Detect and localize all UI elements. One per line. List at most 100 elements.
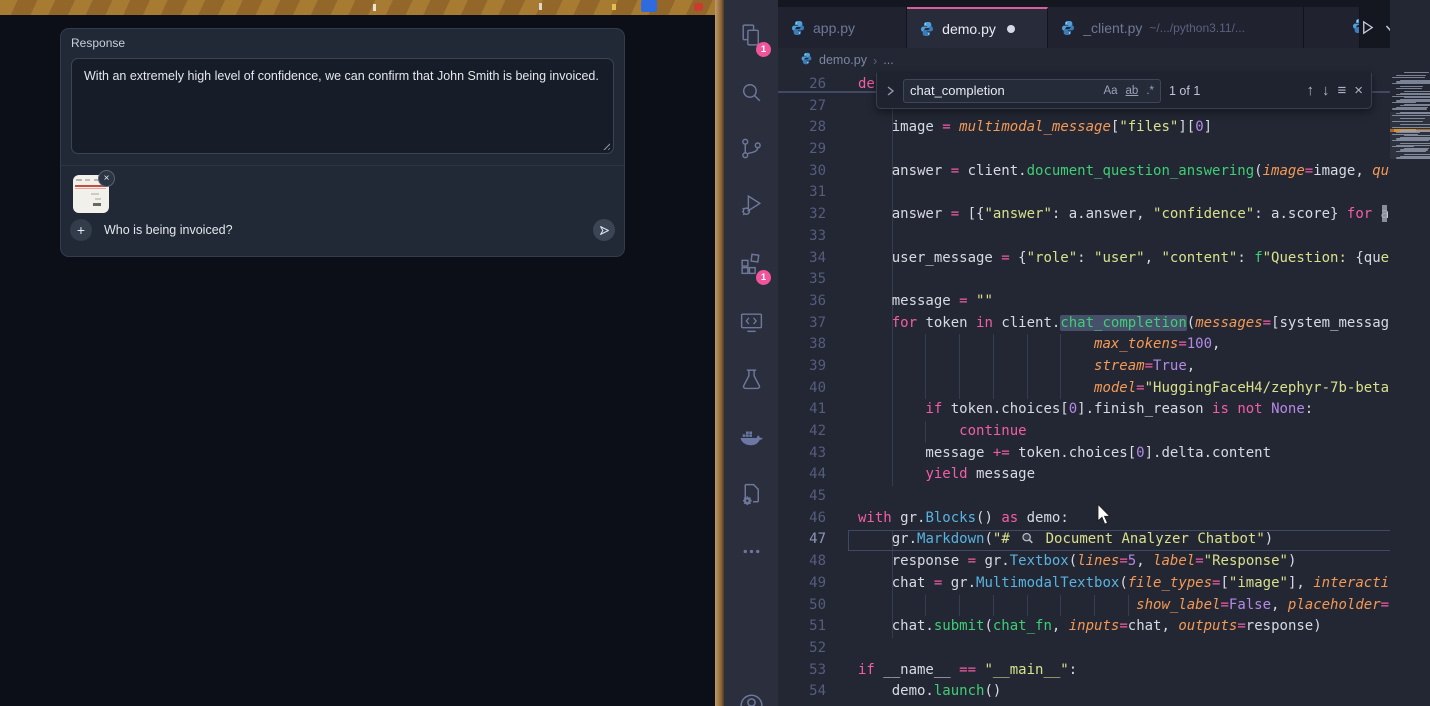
- tab-app.py[interactable]: app.py: [778, 7, 907, 48]
- line-number: 29: [778, 139, 826, 161]
- whole-word-toggle[interactable]: ab: [1126, 85, 1139, 97]
- line-number: 47: [778, 529, 826, 551]
- line-number: 54: [778, 681, 826, 703]
- activity-cmake-tools-icon[interactable]: [725, 468, 777, 520]
- code-line-39[interactable]: 39 stream=True,: [778, 356, 1390, 378]
- code-text: for token in client.chat_completion(mess…: [858, 313, 1390, 335]
- add-file-button[interactable]: +: [70, 219, 92, 241]
- code-line-28[interactable]: 28 image = multimodal_message["files"][0…: [778, 117, 1390, 139]
- activity-source-control-icon[interactable]: [725, 122, 777, 174]
- breadcrumb-file[interactable]: demo.py: [819, 53, 867, 67]
- titlebar-speck: [641, 0, 657, 12]
- line-number: 41: [778, 399, 826, 421]
- breadcrumb-more[interactable]: ...: [883, 53, 893, 67]
- code-line-36[interactable]: 36 message = "": [778, 291, 1390, 313]
- find-in-selection-button[interactable]: ≡: [1337, 82, 1346, 99]
- tab-partial[interactable]: [1304, 7, 1360, 48]
- code-line-40[interactable]: 40 model="HuggingFaceH4/zephyr-7b-beta",: [778, 378, 1390, 400]
- find-input[interactable]: chat_completion Aa ab .*: [903, 79, 1161, 103]
- match-case-toggle[interactable]: Aa: [1103, 85, 1117, 97]
- tab-demo.py[interactable]: demo.py: [907, 7, 1048, 48]
- code-editor[interactable]: 26def chat_fn(multimodal_message):2728 i…: [778, 74, 1390, 706]
- regex-toggle[interactable]: .*: [1146, 85, 1154, 97]
- panel-divider: [61, 165, 624, 166]
- code-text: stream=True,: [858, 356, 1195, 378]
- minimap-content: [1390, 72, 1430, 192]
- code-line-46[interactable]: 46with gr.Blocks() as demo:: [778, 508, 1390, 530]
- find-previous-button[interactable]: ↑: [1306, 82, 1314, 99]
- code-line-52[interactable]: 52: [778, 638, 1390, 660]
- code-text: demo.launch(): [858, 681, 1001, 703]
- run-button[interactable]: [1360, 20, 1375, 35]
- code-line-29[interactable]: 29: [778, 139, 1390, 161]
- activity-testing-icon[interactable]: [725, 353, 777, 405]
- find-query[interactable]: chat_completion: [910, 83, 1095, 98]
- code-line-44[interactable]: 44 yield message: [778, 464, 1390, 486]
- activity-account-icon[interactable]: [725, 676, 777, 706]
- minimap[interactable]: [1390, 0, 1430, 706]
- remove-attachment-button[interactable]: ×: [98, 170, 115, 187]
- line-number: 44: [778, 464, 826, 486]
- code-line-45[interactable]: 45: [778, 486, 1390, 508]
- code-text: model="HuggingFaceH4/zephyr-7b-beta",: [858, 378, 1390, 400]
- browser-titlebar-sliver: [0, 0, 715, 15]
- tab-_client.py[interactable]: _client.py~/.../python3.11/...: [1048, 7, 1304, 48]
- code-line-41[interactable]: 41 if token.choices[0].finish_reason is …: [778, 399, 1390, 421]
- activity-docker-icon[interactable]: [725, 411, 777, 463]
- code-text: answer = [{"answer": a.answer, "confiden…: [858, 204, 1390, 226]
- line-number: 49: [778, 573, 826, 595]
- code-line-50[interactable]: 50 show_label=False, placeholder=: [778, 595, 1390, 617]
- vscode-window: 11 app.pydemo.py_client.py~/.../python3.…: [724, 0, 1430, 706]
- code-line-43[interactable]: 43 message += token.choices[0].delta.con…: [778, 443, 1390, 465]
- code-line-31[interactable]: 31: [778, 182, 1390, 204]
- response-textbox[interactable]: With an extremely high level of confiden…: [71, 58, 614, 154]
- chat-input[interactable]: Who is being invoiced?: [104, 223, 233, 237]
- activity-search-icon[interactable]: [725, 66, 777, 118]
- code-line-33[interactable]: 33: [778, 226, 1390, 248]
- code-line-35[interactable]: 35: [778, 269, 1390, 291]
- find-results-count: 1 of 1: [1169, 84, 1200, 98]
- find-widget: chat_completion Aa ab .* 1 of 1 ↑ ↓ ≡ ×: [876, 73, 1372, 109]
- line-number: 37: [778, 313, 826, 335]
- resize-handle[interactable]: [601, 141, 610, 150]
- line-number: 28: [778, 117, 826, 139]
- code-line-38[interactable]: 38 max_tokens=100,: [778, 334, 1390, 356]
- activity-run-debug-icon[interactable]: [725, 179, 777, 231]
- activity-more-icon[interactable]: [725, 525, 777, 577]
- breadcrumb: demo.py › ...: [778, 48, 1430, 72]
- activity-remote-explorer-icon[interactable]: [725, 296, 777, 348]
- send-button[interactable]: [593, 219, 615, 241]
- line-number: 52: [778, 638, 826, 660]
- line-number: 51: [778, 616, 826, 638]
- code-line-42[interactable]: 42 continue: [778, 421, 1390, 443]
- code-text: message += token.choices[0].delta.conten…: [858, 443, 1271, 465]
- response-label: Response: [71, 36, 125, 50]
- activity-badge: 1: [756, 270, 771, 285]
- code-text: chat.submit(chat_fn, inputs=chat, output…: [858, 616, 1322, 638]
- code-line-47[interactable]: 47 gr.Markdown("# Document Analyzer Chat…: [778, 529, 1390, 551]
- code-text: gr.Markdown("# Document Analyzer Chatbot…: [858, 529, 1273, 551]
- toggle-replace-chevron[interactable]: [885, 85, 895, 97]
- response-text: With an extremely high level of confiden…: [84, 69, 599, 83]
- find-next-button[interactable]: ↓: [1322, 82, 1330, 99]
- code-line-51[interactable]: 51 chat.submit(chat_fn, inputs=chat, out…: [778, 616, 1390, 638]
- titlebar-speck: [373, 4, 376, 11]
- code-line-32[interactable]: 32 answer = [{"answer": a.answer, "confi…: [778, 204, 1390, 226]
- code-line-54[interactable]: 54 demo.launch(): [778, 681, 1390, 703]
- code-text: continue: [858, 421, 1027, 443]
- code-line-37[interactable]: 37 for token in client.chat_completion(m…: [778, 313, 1390, 335]
- code-line-53[interactable]: 53if __name__ == "__main__":: [778, 660, 1390, 682]
- activity-explorer-icon[interactable]: 1: [725, 9, 777, 61]
- code-line-48[interactable]: 48 response = gr.Textbox(lines=5, label=…: [778, 551, 1390, 573]
- tab-description: ~/.../python3.11/...: [1149, 21, 1245, 35]
- code-text: answer = client.document_question_answer…: [858, 161, 1390, 183]
- line-number: 38: [778, 334, 826, 356]
- gradio-app-window: Response With an extremely high level of…: [0, 0, 715, 706]
- code-line-49[interactable]: 49 chat = gr.MultimodalTextbox(file_type…: [778, 573, 1390, 595]
- code-line-34[interactable]: 34 user_message = {"role": "user", "cont…: [778, 248, 1390, 270]
- activity-extensions-icon[interactable]: 1: [725, 237, 777, 289]
- close-find-button[interactable]: ×: [1354, 82, 1363, 99]
- code-line-30[interactable]: 30 answer = client.document_question_ans…: [778, 161, 1390, 183]
- code-text: user_message = {"role": "user", "content…: [858, 248, 1390, 270]
- line-number: 40: [778, 378, 826, 400]
